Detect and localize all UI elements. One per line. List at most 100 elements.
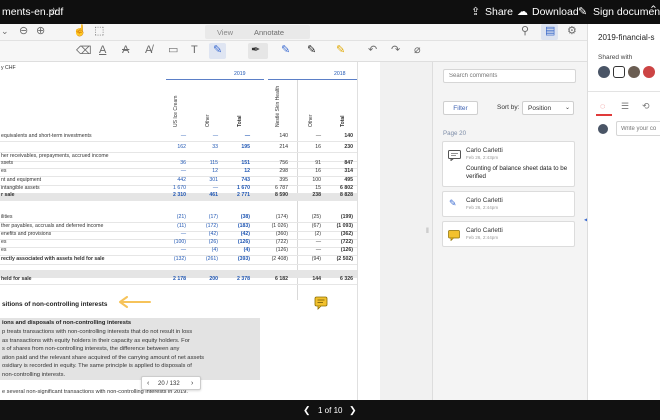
pen-icon: ✎ xyxy=(213,44,223,56)
filter-button[interactable]: Filter xyxy=(443,101,478,115)
table-cell: 301 xyxy=(209,177,218,183)
divider xyxy=(588,91,660,92)
color-pen-button[interactable]: ✒ xyxy=(248,43,268,59)
page-navigator: ‹ 20 / 132 › xyxy=(141,376,201,390)
resize-handle-icon[interactable]: ‖ xyxy=(426,228,429,235)
table-cell: (132) xyxy=(173,256,186,262)
table-cell: — xyxy=(315,239,321,245)
table-cell: 1 670 xyxy=(237,185,250,191)
table-cell: 91 xyxy=(315,160,321,166)
table-row-label: ther payables, accruals and deferred inc… xyxy=(1,223,104,229)
rule-2019 xyxy=(166,79,264,80)
table-cell: (38) xyxy=(240,214,250,220)
more-icon[interactable]: ⌃ xyxy=(649,4,658,16)
row-divider xyxy=(0,284,357,285)
comment-date: Feb 26, 2:43pm xyxy=(466,155,499,160)
redo-icon[interactable]: ↷ xyxy=(391,45,400,56)
comment-date: Feb 26, 2:44pm xyxy=(466,205,499,210)
table-cell: (126) xyxy=(275,247,288,253)
col-total-2: Total xyxy=(340,115,346,127)
note-annotation-icon[interactable] xyxy=(314,296,328,310)
next-page-button[interactable]: ❯ xyxy=(349,405,357,416)
paragraph-line: osidiary is recorded in equity. The same… xyxy=(2,363,192,370)
comment-card[interactable]: Carlo Carletti Feb 26, 2:44pm xyxy=(442,221,575,247)
document-title: 2019-financial-s xyxy=(598,33,655,42)
sort-select-value: Position xyxy=(528,105,552,112)
sort-select[interactable]: Position ⌄ xyxy=(522,101,574,115)
share-icon[interactable]: ⇪ xyxy=(471,5,480,18)
search-comments-input[interactable] xyxy=(443,69,576,83)
table-cell: 8 828 xyxy=(340,192,353,198)
avatar[interactable] xyxy=(598,66,610,78)
rule-2018 xyxy=(268,79,358,80)
share-button[interactable]: Share xyxy=(485,6,513,18)
history-tab-icon[interactable]: ⟲ xyxy=(642,101,650,112)
underline-text-icon[interactable]: A xyxy=(99,45,106,56)
col-divider xyxy=(297,80,298,300)
comment-input[interactable] xyxy=(616,121,660,136)
select-area-icon[interactable]: ⬚ xyxy=(94,26,104,37)
star-icon[interactable]: ☆ xyxy=(49,6,58,18)
comments-toggle[interactable]: ▤ xyxy=(541,24,558,40)
page-next-button[interactable]: › xyxy=(191,380,193,387)
eraser-icon[interactable]: ⌫ xyxy=(76,46,92,57)
table-cell: (11) xyxy=(177,223,186,229)
table-cell: (261) xyxy=(205,256,218,262)
table-row-label: rectly associated with assets held for s… xyxy=(1,256,105,262)
sign-icon[interactable]: ✎ xyxy=(578,5,587,18)
view-toolbar: ⌄ ⊖ ⊕ ☝ ⬚ View Annotate ⚲ ▤ ⚙ xyxy=(0,24,587,41)
comment-card[interactable]: ✎ Carlo Carletti Feb 26, 2:44pm xyxy=(442,191,575,217)
pen-tool-button[interactable]: ✎ xyxy=(209,43,226,59)
prev-page-button[interactable]: ❮ xyxy=(303,405,311,416)
blue-pen-icon[interactable]: ✎ xyxy=(281,45,290,56)
table-row-label: intangible assets xyxy=(1,185,40,191)
table-cell: (172) xyxy=(205,223,218,229)
text-tool-icon[interactable]: T xyxy=(191,45,198,56)
paragraph-line: as transactions with equity holders in t… xyxy=(2,337,190,344)
clear-icon[interactable]: ⌀ xyxy=(414,45,421,56)
table-cell: (174) xyxy=(275,214,288,220)
comment-author: Carlo Carletti xyxy=(466,227,503,234)
comment-tab-icon[interactable]: ◌ xyxy=(600,101,605,111)
mode-annotate-tab[interactable]: Annotate xyxy=(252,26,286,39)
page-number[interactable]: 20 / 132 xyxy=(158,381,180,387)
table-cell: (26) xyxy=(208,239,218,245)
strikethrough-icon[interactable]: A xyxy=(122,45,129,56)
hand-tool-icon[interactable]: ☝ xyxy=(73,26,87,37)
avatar[interactable] xyxy=(628,66,640,78)
comment-card[interactable]: Carlo Carletti Feb 26, 2:43pm Counting o… xyxy=(442,141,575,187)
table-cell: — xyxy=(180,168,186,174)
arrow-annotation[interactable] xyxy=(118,295,152,308)
zoom-out-icon[interactable]: ⊖ xyxy=(19,26,28,37)
zoom-in-icon[interactable]: ⊕ xyxy=(36,26,45,37)
mode-view-tab[interactable]: View xyxy=(208,26,242,39)
page-prev-button[interactable]: ‹ xyxy=(147,380,149,387)
sub-heading: ions and disposals of non-controlling in… xyxy=(2,320,132,326)
note-icon[interactable]: ▭ xyxy=(168,45,178,56)
right-sidebar: 2019-financial-s Shared with ◌ ☰ ⟲ xyxy=(587,24,660,400)
table-cell: (42) xyxy=(240,231,250,237)
download-button[interactable]: Download xyxy=(532,6,579,18)
row-divider xyxy=(0,264,357,265)
table-cell: (94) xyxy=(311,256,321,262)
table-cell: — xyxy=(180,231,186,237)
cloud-download-icon[interactable]: ☁ xyxy=(517,5,528,18)
table-cell: 495 xyxy=(344,177,353,183)
table-cell: (126) xyxy=(237,239,250,245)
undo-icon[interactable]: ↶ xyxy=(368,45,377,56)
section-heading: sitions of non-controlling interests xyxy=(2,301,108,308)
table-cell: 36 xyxy=(180,160,186,166)
search-icon[interactable]: ⚲ xyxy=(521,26,529,37)
table-cell: 144 xyxy=(312,276,321,282)
table-cell: — xyxy=(212,185,218,191)
chevron-down-icon[interactable]: ⌄ xyxy=(1,27,9,36)
table-cell: 238 xyxy=(312,192,321,198)
list-tab-icon[interactable]: ☰ xyxy=(621,101,629,112)
avatar[interactable] xyxy=(643,66,655,78)
highlight-text-icon[interactable]: A̸ xyxy=(145,45,152,56)
yellow-highlighter-icon[interactable]: ✎ xyxy=(336,45,345,56)
col-total-1: Total xyxy=(237,115,243,127)
gear-icon[interactable]: ⚙ xyxy=(567,26,577,37)
black-pen-icon[interactable]: ✎ xyxy=(307,45,316,56)
avatar[interactable] xyxy=(613,66,625,78)
